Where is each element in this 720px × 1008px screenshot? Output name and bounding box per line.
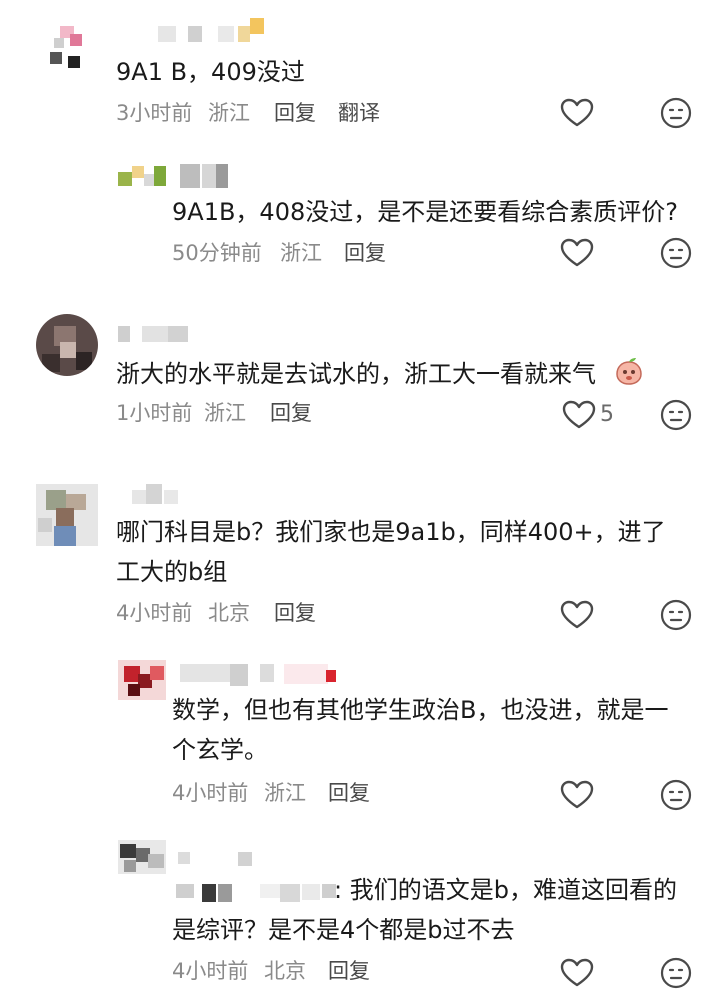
reply-button[interactable]: 回复 bbox=[274, 598, 316, 628]
reply-button[interactable]: 回复 bbox=[270, 398, 312, 428]
avatar[interactable] bbox=[36, 314, 98, 376]
reply-time: 4小时前 bbox=[172, 959, 249, 983]
dislike-face-icon[interactable] bbox=[660, 237, 692, 269]
heart-icon[interactable] bbox=[560, 238, 594, 268]
like-count: 5 bbox=[600, 402, 614, 427]
dislike-face-icon[interactable] bbox=[660, 779, 692, 811]
comment-location: 浙江 bbox=[208, 101, 250, 125]
reply-text-line2: 是综评？是不是4个都是b过不去 bbox=[172, 916, 515, 944]
avatar[interactable] bbox=[118, 660, 166, 700]
translate-button[interactable]: 翻译 bbox=[338, 98, 380, 128]
reply-location: 浙江 bbox=[264, 781, 306, 805]
comment-time: 3小时前 bbox=[116, 101, 193, 125]
reply-location: 北京 bbox=[264, 959, 306, 983]
avatar[interactable] bbox=[40, 16, 100, 76]
reply-text-line1: 数学，但也有其他学生政治B，也没进，就是一 bbox=[172, 696, 669, 724]
heart-icon[interactable] bbox=[560, 98, 594, 128]
comment-text: 9A1 B，409没过 bbox=[116, 58, 305, 86]
avatar[interactable] bbox=[36, 484, 98, 546]
dislike-face-icon[interactable] bbox=[660, 399, 692, 431]
reply-text-line1: : 我们的语文是b，难道这回看的 bbox=[334, 876, 677, 904]
dislike-face-icon[interactable] bbox=[660, 957, 692, 989]
heart-icon[interactable] bbox=[560, 600, 594, 630]
username-blurred[interactable] bbox=[178, 852, 258, 868]
heart-icon[interactable] bbox=[560, 958, 594, 988]
reply-button[interactable]: 回复 bbox=[274, 98, 316, 128]
heart-icon[interactable] bbox=[562, 400, 596, 430]
reply-text-line2: 个玄学。 bbox=[172, 736, 268, 764]
avatar[interactable] bbox=[118, 840, 166, 874]
reply-location: 浙江 bbox=[280, 241, 322, 265]
reply-text: 9A1B，408没过，是不是还要看综合素质评价? bbox=[172, 198, 678, 226]
heart-icon[interactable] bbox=[560, 780, 594, 810]
username-blurred[interactable] bbox=[180, 664, 350, 686]
reply-time: 50分钟前 bbox=[172, 241, 262, 265]
comment-text-line2: 工大的b组 bbox=[116, 558, 228, 586]
username-blurred[interactable] bbox=[118, 484, 198, 506]
comment-text-line1: 哪门科目是b？我们家也是9a1b，同样400+，进了 bbox=[116, 518, 666, 546]
dislike-face-icon[interactable] bbox=[660, 599, 692, 631]
comment-time: 1小时前 bbox=[116, 401, 193, 425]
username-blurred[interactable] bbox=[118, 326, 192, 342]
reply-time: 4小时前 bbox=[172, 781, 249, 805]
dislike-face-icon[interactable] bbox=[660, 97, 692, 129]
comment-time: 4小时前 bbox=[116, 601, 193, 625]
comment-location: 浙江 bbox=[204, 401, 246, 425]
avatar[interactable] bbox=[118, 160, 166, 188]
reply-button[interactable]: 回复 bbox=[344, 238, 386, 268]
peach-emoji-icon bbox=[616, 358, 642, 385]
comment-text: 浙大的水平就是去试水的，浙工大一看就来气 bbox=[116, 360, 596, 388]
comment-location: 北京 bbox=[208, 601, 250, 625]
username-blurred[interactable] bbox=[158, 18, 268, 42]
reply-to-username-blurred[interactable] bbox=[176, 884, 344, 902]
username-blurred[interactable] bbox=[180, 164, 230, 188]
reply-button[interactable]: 回复 bbox=[328, 956, 370, 986]
reply-button[interactable]: 回复 bbox=[328, 778, 370, 808]
